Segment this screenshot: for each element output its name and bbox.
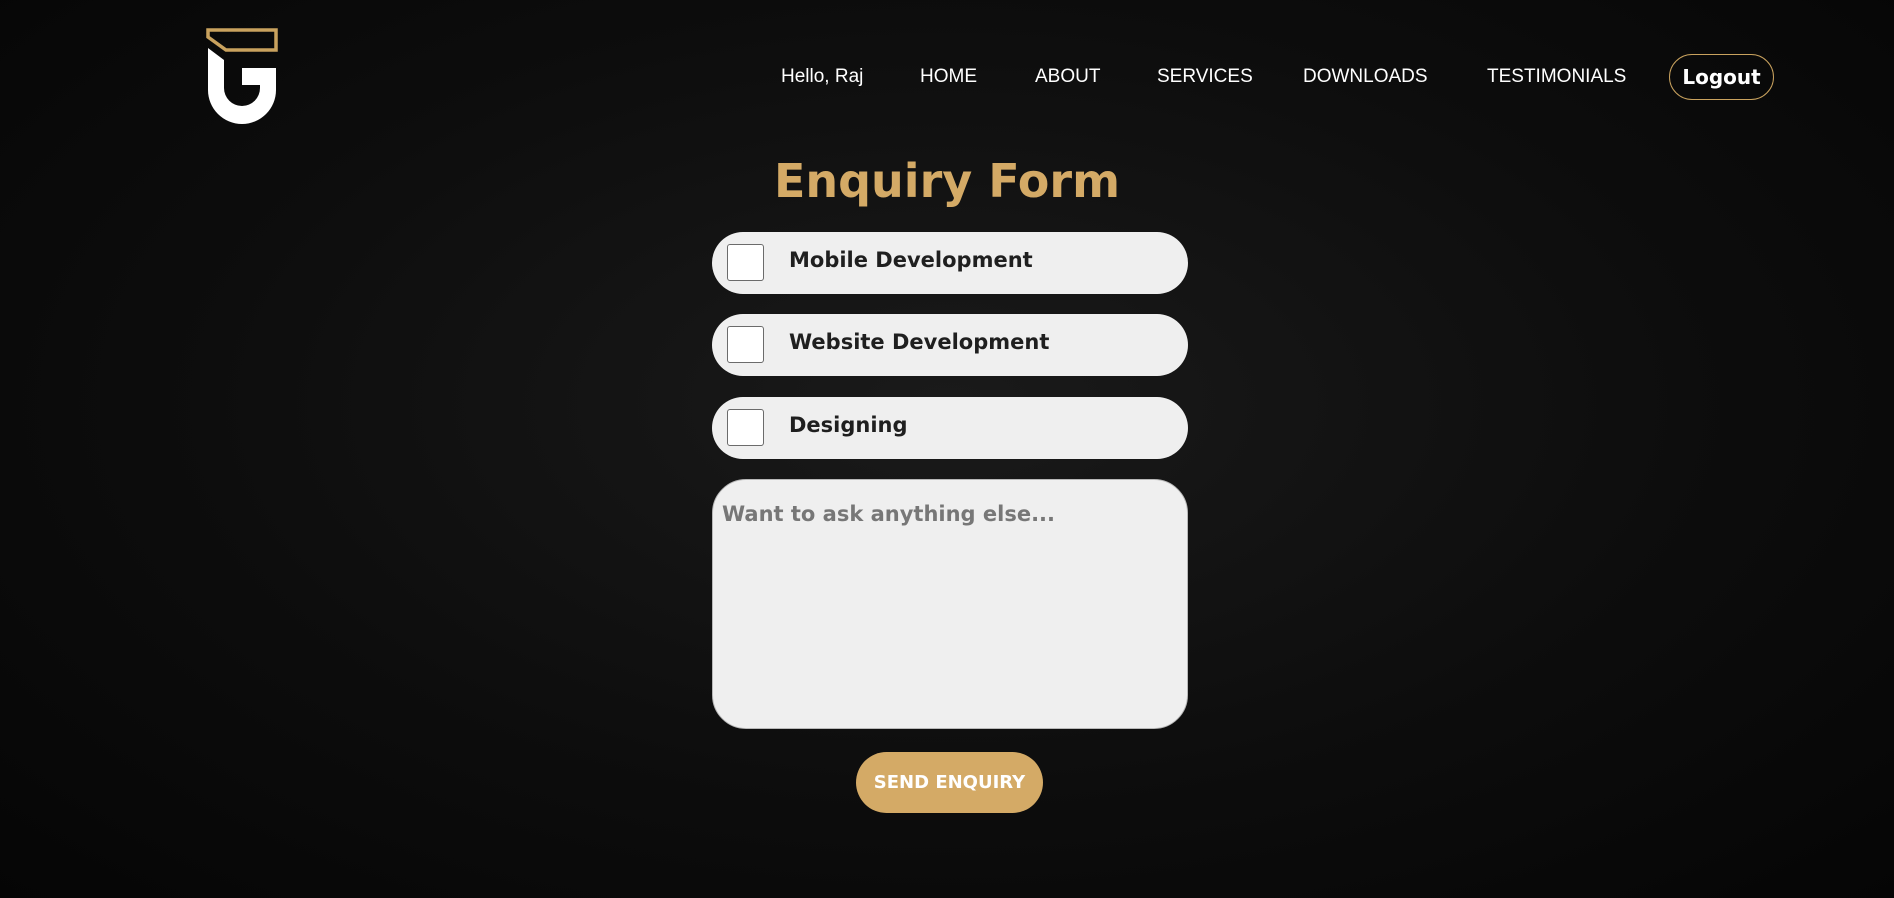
nav-link-services[interactable]: SERVICES [1157,66,1253,88]
website-development-checkbox[interactable] [727,326,764,363]
main-navigation: Hello, Raj HOME ABOUT SERVICES DOWNLOADS… [0,54,1894,100]
message-textarea[interactable] [712,479,1188,729]
logout-button[interactable]: Logout [1669,54,1774,100]
nav-link-home[interactable]: HOME [920,66,977,88]
nav-link-about[interactable]: ABOUT [1035,66,1100,88]
nav-link-downloads[interactable]: DOWNLOADS [1303,66,1428,88]
option-label: Designing [789,413,908,437]
mobile-development-checkbox[interactable] [727,244,764,281]
option-label: Mobile Development [789,248,1033,272]
user-greeting: Hello, Raj [781,66,864,87]
nav-link-testimonials[interactable]: TESTIMONIALS [1487,66,1626,88]
option-mobile-development[interactable]: Mobile Development [712,232,1188,294]
designing-checkbox[interactable] [727,409,764,446]
option-label: Website Development [789,330,1050,354]
option-website-development[interactable]: Website Development [712,314,1188,376]
send-enquiry-button[interactable]: SEND ENQUIRY [856,752,1043,813]
page-title: Enquiry Form [773,154,1121,208]
option-designing[interactable]: Designing [712,397,1188,459]
